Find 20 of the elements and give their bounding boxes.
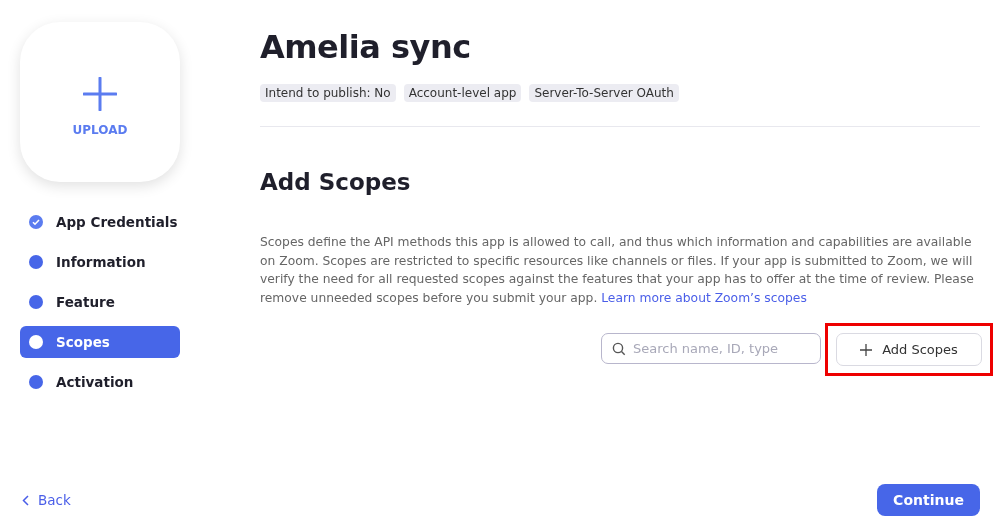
app-tag: Intend to publish: No: [260, 84, 396, 102]
back-link[interactable]: Back: [22, 492, 71, 508]
learn-more-link[interactable]: Learn more about Zoom’s scopes: [601, 290, 807, 305]
section-heading: Add Scopes: [260, 169, 412, 195]
plus-icon: [83, 77, 117, 111]
app-tag: Server-To-Server OAuth: [529, 84, 679, 102]
app-tag: Account-level app: [403, 84, 522, 102]
app-title: Amelia sync: [260, 28, 472, 66]
add-scopes-button[interactable]: Add Scopes: [836, 333, 982, 366]
plus-icon: [860, 343, 873, 356]
scopes-description: Scopes define the API methods this app is allowed to call, and thus which information and capabilities are available on Zoom. Scopes are restricted to specific resources like channels or files. If your app is submitted to Zoom, we will verify the need for all requested scopes against the features that your app has to offer at the time of review. Please remove unneeded scopes before you submit your app. Learn more about Zoom’s scopes: [260, 234, 975, 307]
upload-button[interactable]: UPLOAD: [20, 22, 180, 182]
step-item[interactable]: Information: [20, 246, 180, 278]
step-item[interactable]: Scopes: [20, 326, 180, 358]
step-item[interactable]: Feature: [20, 286, 180, 318]
continue-button[interactable]: Continue: [877, 484, 980, 516]
search-field[interactable]: Search name, ID, type: [601, 333, 821, 364]
step-item[interactable]: Activation: [20, 366, 180, 398]
step-item[interactable]: App Credentials: [20, 206, 180, 238]
chevron-left-icon: [22, 494, 29, 506]
